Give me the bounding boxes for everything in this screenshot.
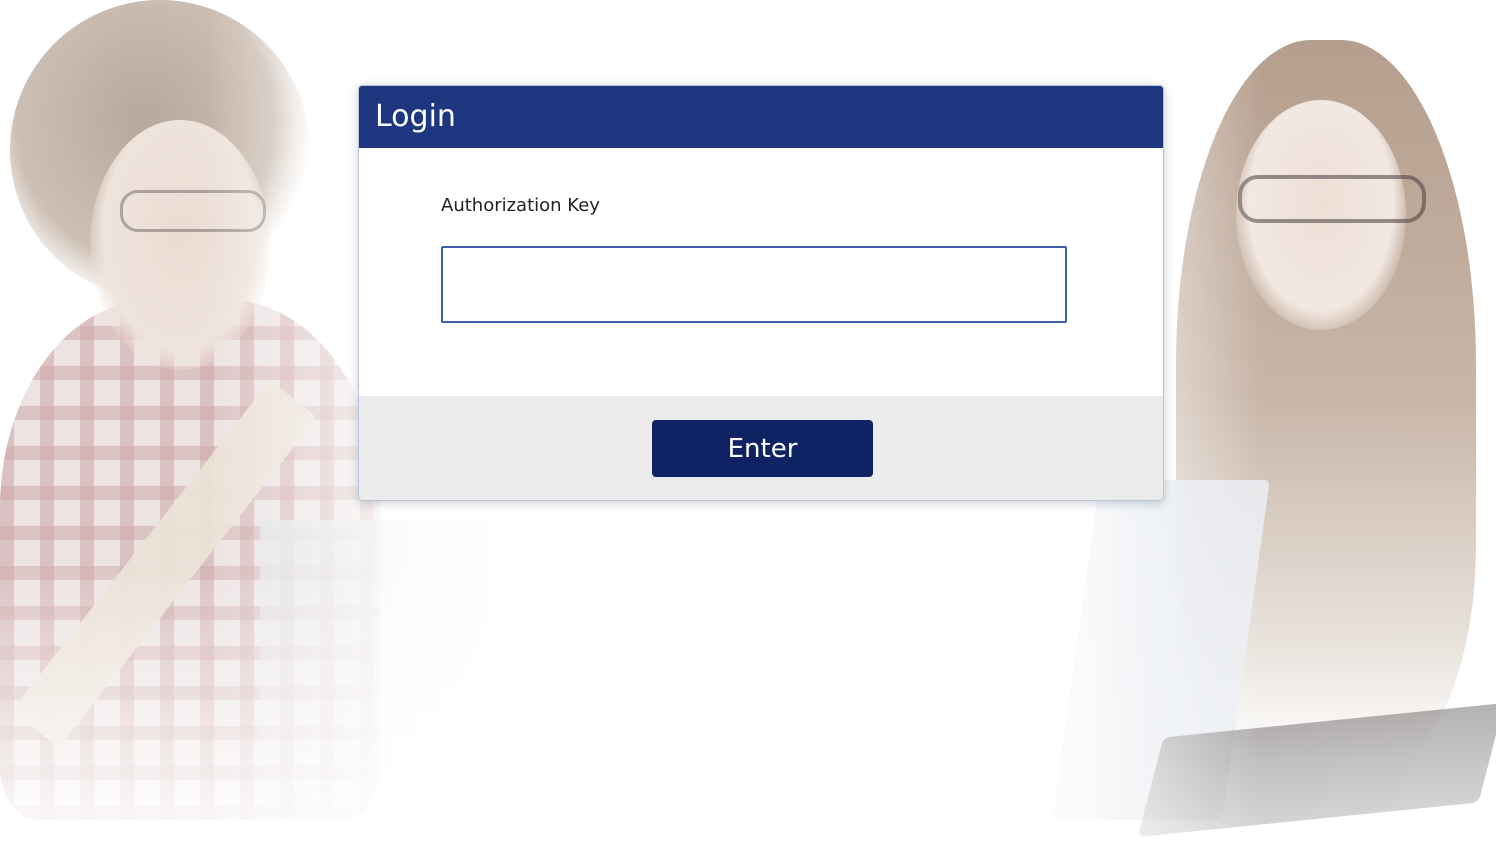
enter-button[interactable]: Enter [652, 420, 873, 477]
login-page: Login Authorization Key Enter [0, 0, 1496, 859]
login-title: Login [375, 99, 456, 134]
authorization-key-label: Authorization Key [441, 195, 600, 216]
authorization-key-input[interactable] [441, 246, 1067, 323]
login-header: Login [359, 86, 1163, 148]
login-body: Authorization Key [359, 148, 1163, 396]
login-panel: Login Authorization Key Enter [358, 85, 1164, 501]
login-footer: Enter [359, 396, 1163, 500]
